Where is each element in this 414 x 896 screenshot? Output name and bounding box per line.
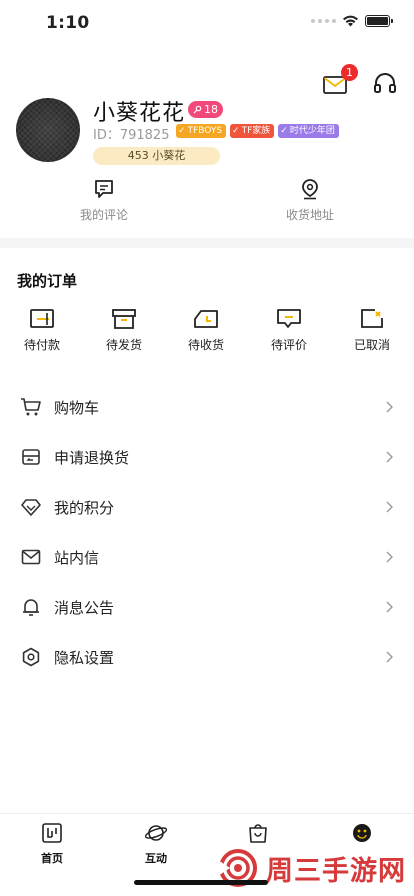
menu-inbox[interactable]: 站内信 <box>0 532 414 582</box>
avatar[interactable] <box>16 98 80 162</box>
order-pending-shipment[interactable]: 待发货 <box>94 308 154 353</box>
headphones-icon <box>374 73 396 93</box>
bell-icon <box>20 596 42 618</box>
menu-announcements[interactable]: 消息公告 <box>0 582 414 632</box>
user-id: ID：791825 <box>93 128 170 143</box>
chevron-right-icon <box>386 651 393 663</box>
status-bar: 1:10 <box>0 0 414 44</box>
return-icon <box>20 446 42 468</box>
points-pill[interactable]: 453 小葵花 <box>93 147 220 165</box>
v-icon: ✓ <box>232 126 240 136</box>
customer-service-button[interactable] <box>372 70 398 100</box>
wifi-icon <box>343 15 358 27</box>
order-pending-payment[interactable]: 待付款 <box>12 308 72 353</box>
home-icon <box>42 823 62 843</box>
order-cancelled[interactable]: 已取消 <box>342 308 402 353</box>
address-link[interactable]: 收货地址 <box>270 178 350 223</box>
menu-cart[interactable]: 购物车 <box>0 382 414 432</box>
chevron-right-icon <box>386 501 393 513</box>
cancelled-icon <box>361 309 383 328</box>
tab-interact[interactable]: 互动 <box>126 822 186 866</box>
shop-bag-icon <box>249 824 267 843</box>
chevron-right-icon <box>386 551 393 563</box>
fan-tag: ✓ 时代少年团 <box>278 124 339 138</box>
menu-return-exchange[interactable]: 申请退换货 <box>0 432 414 482</box>
orders-title: 我的订单 <box>17 272 78 290</box>
wallet-icon <box>30 309 54 328</box>
level-badge: 18 <box>188 101 223 118</box>
v-icon: ✓ <box>178 126 186 136</box>
menu-privacy-settings[interactable]: 隐私设置 <box>0 632 414 682</box>
key-icon <box>193 105 202 114</box>
messages-button[interactable]: 1 <box>322 64 358 98</box>
fan-tags: ✓ TFBOYS ✓ TF家族 ✓ 时代少年团 <box>176 124 339 138</box>
box-icon <box>112 309 136 329</box>
comment-icon <box>95 180 113 198</box>
tab-home[interactable]: 首页 <box>22 822 82 866</box>
chevron-right-icon <box>386 401 393 413</box>
tab-shop[interactable] <box>228 822 288 847</box>
status-time: 1:10 <box>46 13 90 33</box>
menu-my-points[interactable]: 我的积分 <box>0 482 414 532</box>
diamond-icon <box>20 496 42 518</box>
truck-icon <box>194 310 218 328</box>
cart-icon <box>20 396 42 418</box>
battery-icon <box>365 15 393 27</box>
location-icon <box>302 179 318 200</box>
signal-icon <box>311 19 336 23</box>
chevron-right-icon <box>386 601 393 613</box>
nickname: 小葵花花 <box>93 101 186 126</box>
fan-tag: ✓ TFBOYS <box>176 124 227 138</box>
unread-badge: 1 <box>341 64 358 81</box>
tab-me[interactable] <box>332 822 392 847</box>
chevron-right-icon <box>386 451 393 463</box>
order-pending-receipt[interactable]: 待收货 <box>176 308 236 353</box>
me-icon <box>353 824 371 842</box>
my-comments-link[interactable]: 我的评论 <box>64 178 144 223</box>
mail-icon <box>20 546 42 568</box>
fan-tag: ✓ TF家族 <box>230 124 275 138</box>
gear-icon <box>20 646 42 668</box>
review-icon <box>277 309 301 328</box>
section-divider <box>0 238 414 248</box>
v-icon: ✓ <box>280 126 288 136</box>
planet-icon <box>144 825 168 841</box>
order-pending-review[interactable]: 待评价 <box>259 308 319 353</box>
home-indicator[interactable] <box>134 880 268 885</box>
